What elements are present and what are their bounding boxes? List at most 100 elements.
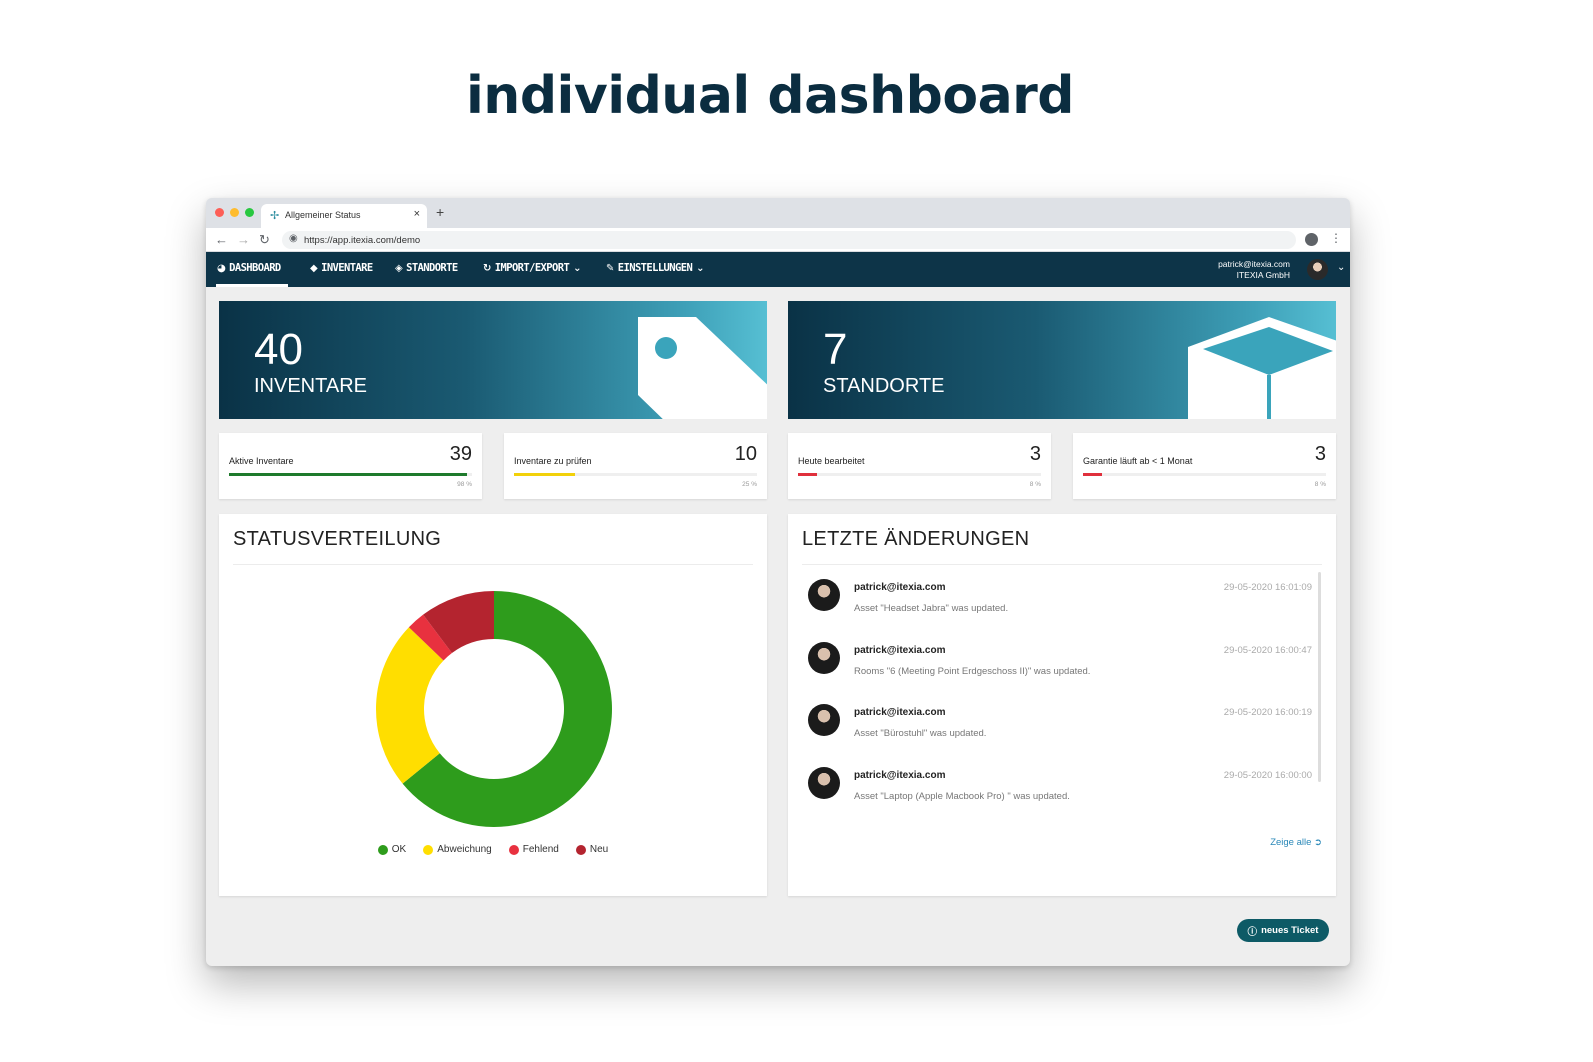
stat-progress-track (229, 473, 472, 476)
list-item[interactable]: patrick@itexia.com Asset "Bürostuhl" was… (802, 701, 1312, 751)
cube-icon (1188, 317, 1336, 419)
change-user: patrick@itexia.com (854, 582, 946, 593)
reload-icon[interactable]: ↻ (259, 232, 270, 248)
legend-item-abweichung[interactable]: Abweichung (423, 844, 492, 855)
list-item[interactable]: patrick@itexia.com Asset "Laptop (Apple … (802, 764, 1312, 814)
minimize-window-button[interactable] (230, 208, 239, 217)
show-all-link[interactable]: Zeige alle ➲ (1270, 837, 1322, 848)
inventare-summary-card[interactable]: 40 INVENTARE (219, 301, 767, 419)
nav-dashboard[interactable]: ◕ DASHBOARD (217, 262, 281, 274)
new-ticket-label: neues Ticket (1261, 925, 1319, 936)
close-window-button[interactable] (215, 208, 224, 217)
stat-value: 39 (449, 443, 472, 465)
tab-close-icon[interactable]: × (414, 208, 420, 220)
stat-progress-fill (514, 473, 575, 476)
new-tab-button[interactable]: + (436, 204, 444, 220)
active-nav-indicator (216, 284, 288, 287)
nav-standorte-label: STANDORTE (406, 262, 458, 274)
stat-percent: 98 % (457, 481, 472, 488)
legend-label: Fehlend (522, 844, 559, 855)
stat-card-inventare-pruefen[interactable]: Inventare zu prüfen 10 25 % (504, 433, 767, 499)
stat-progress-fill (1083, 473, 1103, 476)
legend-item-fehlend[interactable]: Fehlend (508, 844, 559, 855)
change-time: 29-05-2020 16:00:47 (1223, 645, 1312, 656)
avatar (808, 767, 840, 799)
avatar (808, 642, 840, 674)
browser-menu-icon[interactable]: ⋮ (1330, 231, 1342, 245)
change-user: patrick@itexia.com (854, 770, 946, 781)
change-user: patrick@itexia.com (854, 645, 946, 656)
user-menu-chevron-icon[interactable]: ⌄ (1337, 262, 1345, 273)
list-item[interactable]: patrick@itexia.com Asset "Headset Jabra"… (802, 576, 1312, 626)
panel-divider (802, 564, 1322, 565)
stat-value: 3 (1029, 443, 1041, 465)
site-info-icon[interactable]: ◉ (289, 233, 298, 244)
standorte-label: STANDORTE (823, 375, 945, 397)
nav-import-export[interactable]: ↻ IMPORT/EXPORT ⌄ (483, 262, 582, 274)
stat-label: Inventare zu prüfen (514, 456, 592, 466)
url-field[interactable]: ◉ https://app.itexia.com/demo (282, 231, 1296, 249)
inventare-label: INVENTARE (254, 375, 367, 397)
nav-einstellungen[interactable]: ✎ EINSTELLUNGEN ⌄ (606, 262, 705, 274)
stat-progress-fill (798, 473, 818, 476)
legend-dot (508, 844, 519, 855)
user-company: ITEXIA GmbH (1236, 270, 1290, 280)
avatar (808, 579, 840, 611)
change-time: 29-05-2020 16:01:09 (1223, 582, 1312, 593)
browser-tab[interactable]: ✢ Allgemeiner Status × (261, 204, 427, 228)
back-arrow-icon[interactable]: ← (215, 232, 228, 248)
inventare-count: 40 (254, 325, 303, 374)
profile-icon[interactable] (1305, 233, 1318, 246)
change-time: 29-05-2020 16:00:19 (1223, 707, 1312, 718)
legend-dot (423, 844, 434, 855)
stat-percent: 8 % (1314, 481, 1326, 488)
list-item[interactable]: patrick@itexia.com Rooms "6 (Meeting Poi… (802, 639, 1312, 689)
refresh-icon: ↻ (483, 262, 491, 274)
nav-inventare-label: INVENTARE (321, 262, 373, 274)
user-email: patrick@itexia.com (1218, 259, 1290, 269)
stat-card-aktive-inventare[interactable]: Aktive Inventare 39 98 % (219, 433, 482, 499)
change-message: Asset "Laptop (Apple Macbook Pro) " was … (854, 791, 1070, 802)
tab-favicon-icon: ✢ (270, 210, 280, 222)
new-ticket-button[interactable]: ⓘ neues Ticket (1237, 919, 1329, 942)
legend-item-ok[interactable]: OK (377, 844, 406, 855)
standorte-count: 7 (823, 325, 848, 374)
chevron-down-icon: ⌄ (696, 262, 704, 274)
panel-title: STATUSVERTEILUNG (233, 528, 442, 550)
stat-card-heute-bearbeitet[interactable]: Heute bearbeitet 3 8 % (788, 433, 1051, 499)
nav-inventare[interactable]: ◆ INVENTARE (310, 262, 373, 274)
app-navbar: ◕ DASHBOARD ◆ INVENTARE ◈ STANDORTE ↻ IM… (206, 252, 1350, 287)
nav-dashboard-label: DASHBOARD (229, 262, 281, 274)
browser-tabbar: ✢ Allgemeiner Status × + (206, 198, 1350, 228)
cube-icon: ◈ (395, 262, 403, 274)
legend-label: Abweichung (437, 844, 492, 855)
maximize-window-button[interactable] (245, 208, 254, 217)
legend-label: Neu (589, 844, 609, 855)
user-avatar[interactable] (1307, 259, 1328, 280)
pie-chart-icon: ◕ (217, 262, 226, 274)
stat-value: 3 (1314, 443, 1326, 465)
nav-standorte[interactable]: ◈ STANDORTE (395, 262, 458, 274)
user-info[interactable]: patrick@itexia.com ITEXIA GmbH (1218, 259, 1290, 281)
change-message: Rooms "6 (Meeting Point Erdgeschoss II)"… (854, 666, 1091, 677)
page-headline: individual dashboard (465, 66, 1075, 126)
stat-label: Aktive Inventare (229, 456, 294, 466)
status-donut-chart (376, 591, 612, 827)
stat-card-garantie[interactable]: Garantie läuft ab < 1 Monat 3 8 % (1073, 433, 1336, 499)
change-time: 29-05-2020 16:00:00 (1223, 770, 1312, 781)
stat-label: Heute bearbeitet (798, 456, 865, 466)
changes-scrollbar[interactable] (1318, 572, 1321, 782)
forward-arrow-icon[interactable]: → (237, 232, 250, 248)
url-text: https://app.itexia.com/demo (304, 235, 421, 246)
window-controls (215, 208, 254, 217)
stat-label: Garantie läuft ab < 1 Monat (1083, 456, 1193, 466)
legend-item-neu[interactable]: Neu (575, 844, 609, 855)
stat-progress-track (1083, 473, 1326, 476)
stat-percent: 25 % (742, 481, 757, 488)
stat-progress-track (798, 473, 1041, 476)
help-circle-icon: ⓘ (1247, 926, 1258, 938)
standorte-summary-card[interactable]: 7 STANDORTE (788, 301, 1336, 419)
chevron-down-icon: ⌄ (573, 262, 581, 274)
chart-legend: OK Abweichung Fehlend Neu (219, 844, 767, 855)
show-all-label: Zeige alle (1270, 837, 1312, 848)
